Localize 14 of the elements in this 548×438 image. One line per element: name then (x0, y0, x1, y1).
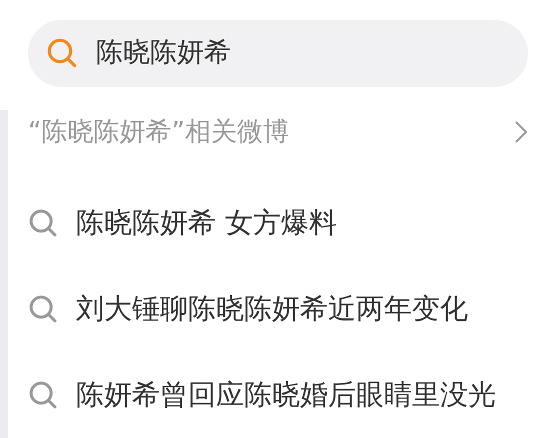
suggestion-text: 陈晓陈妍希 女方爆料 (76, 205, 337, 241)
suggestion-item[interactable]: 陈妍希曾回应陈晓婚后眼睛里没光 (28, 352, 528, 438)
search-query: 陈晓陈妍希 (96, 36, 231, 70)
search-icon (46, 37, 78, 70)
search-field[interactable]: 陈晓陈妍希 (28, 20, 528, 87)
chevron-icon (514, 120, 528, 144)
search-icon (28, 294, 58, 324)
suggestion-text: 刘大锤聊陈晓陈妍希近两年变化 (76, 291, 468, 327)
suggestion-item[interactable]: 陈晓陈妍希 女方爆料 (28, 180, 528, 266)
search-icon (28, 208, 58, 238)
related-label: “陈晓陈妍希”相关微博 (28, 116, 289, 149)
search-icon (28, 380, 58, 410)
suggestion-text: 陈妍希曾回应陈晓婚后眼睛里没光 (76, 377, 496, 413)
suggestion-item[interactable]: 刘大锤聊陈晓陈妍希近两年变化 (28, 266, 528, 352)
